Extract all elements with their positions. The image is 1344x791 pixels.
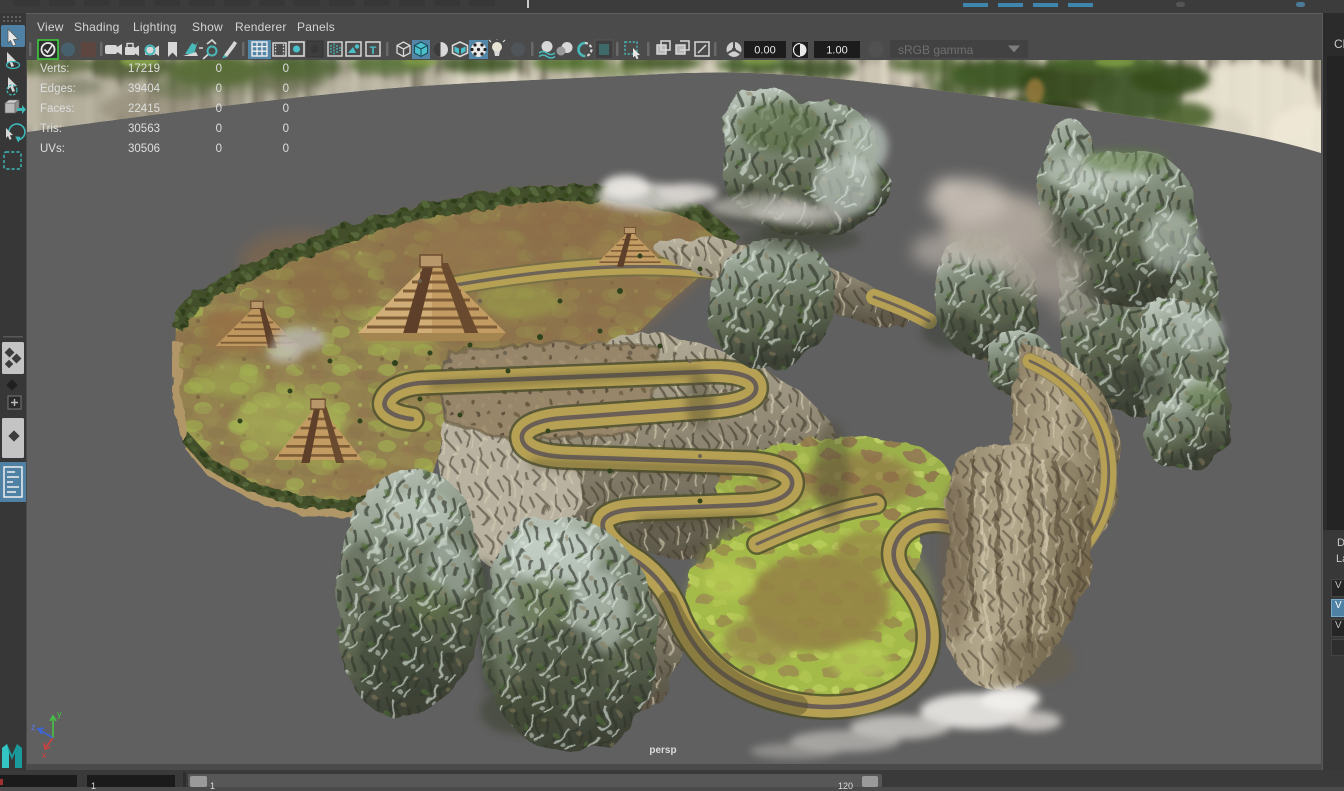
svg-text:0: 0 [283, 83, 289, 95]
svg-text:Edges:: Edges: [40, 83, 76, 95]
svg-text:z: z [31, 722, 36, 732]
svg-text:0: 0 [283, 123, 289, 135]
svg-text:0: 0 [283, 143, 289, 155]
svg-text:sRGB gamma: sRGB gamma [898, 43, 974, 57]
svg-text:UVs:: UVs: [40, 143, 65, 155]
svg-text:39404: 39404 [128, 83, 161, 95]
svg-text:Tris:: Tris: [40, 123, 62, 135]
svg-text:17219: 17219 [128, 63, 160, 75]
svg-text:0: 0 [216, 63, 222, 75]
svg-text:x: x [42, 750, 47, 760]
svg-text:22415: 22415 [128, 103, 160, 115]
svg-text:0: 0 [283, 103, 289, 115]
svg-text:0: 0 [216, 123, 222, 135]
svg-text:0.00: 0.00 [754, 45, 775, 57]
svg-text:Faces:: Faces: [40, 103, 75, 115]
svg-text:0: 0 [216, 143, 222, 155]
svg-text:1.00: 1.00 [826, 45, 847, 57]
svg-text:0: 0 [216, 103, 222, 115]
svg-text:0: 0 [216, 83, 222, 95]
svg-text:y: y [57, 709, 62, 719]
svg-text:0: 0 [283, 63, 289, 75]
svg-text:T: T [370, 45, 377, 57]
svg-text:Verts:: Verts: [40, 63, 69, 75]
svg-text:30563: 30563 [128, 123, 160, 135]
svg-text:30506: 30506 [128, 143, 160, 155]
svg-text:persp: persp [649, 745, 676, 756]
